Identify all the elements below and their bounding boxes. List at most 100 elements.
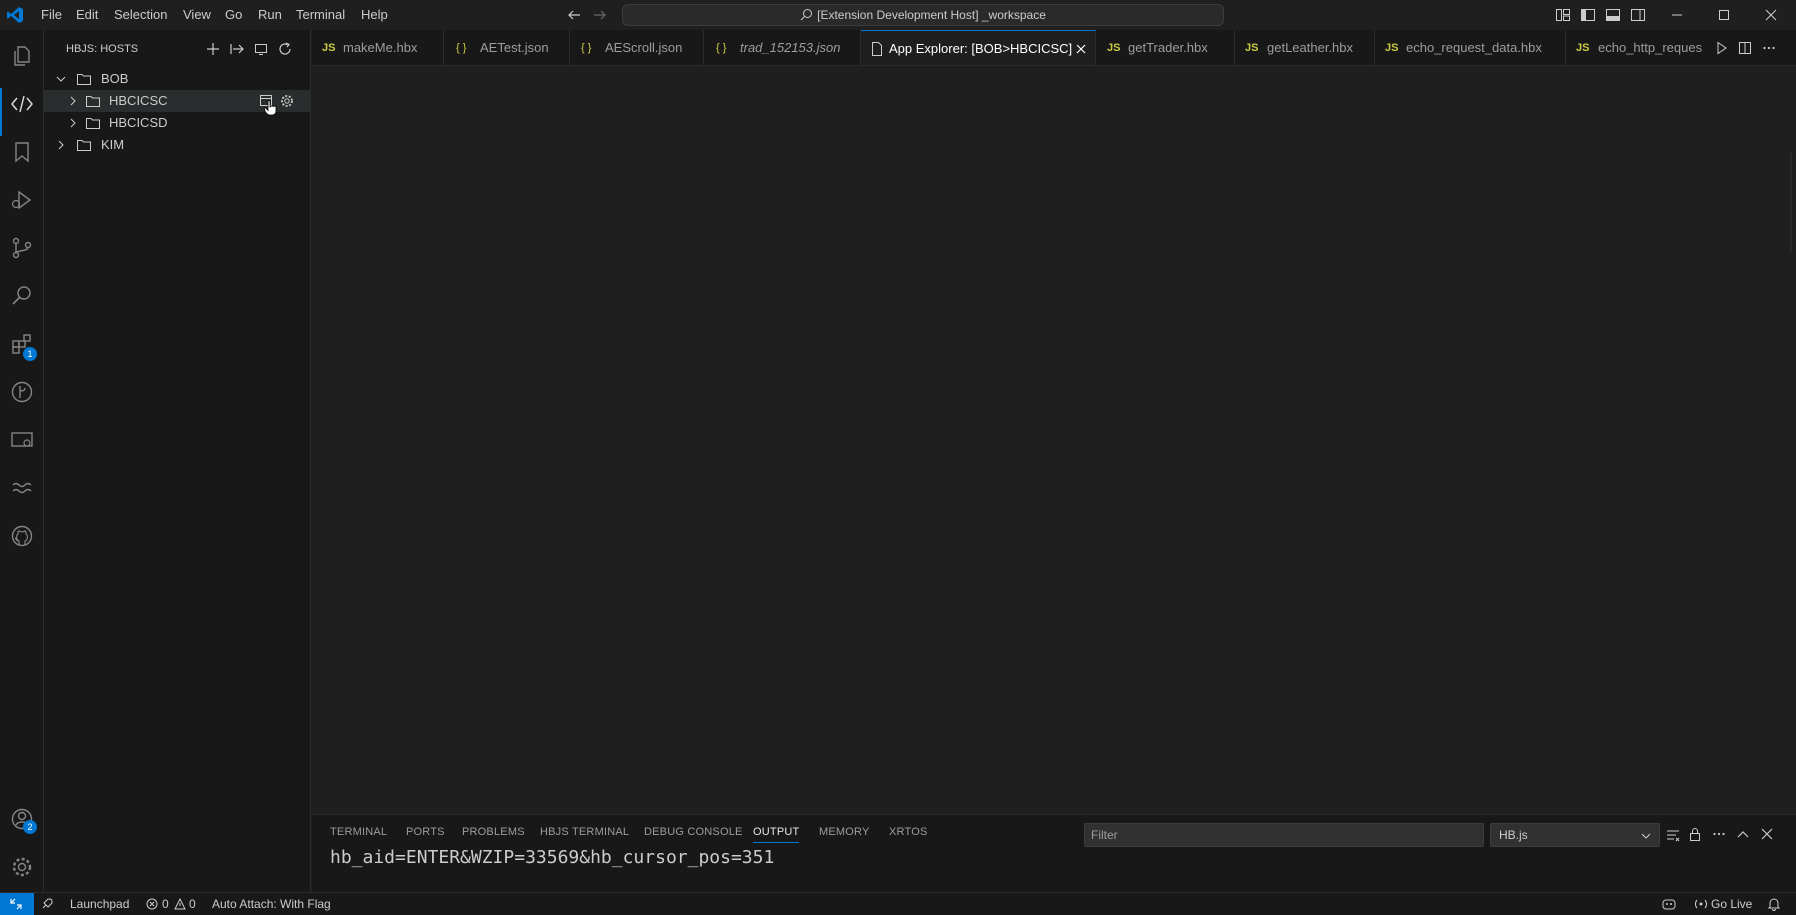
toggle-primary-sidebar-icon[interactable] [1580, 7, 1596, 23]
new-window-icon[interactable] [254, 42, 268, 56]
file-icon [872, 42, 882, 56]
folder-icon [86, 96, 100, 107]
output-channel-value: HB.js [1499, 828, 1528, 842]
refresh-icon[interactable] [278, 42, 292, 56]
panel-tab-output[interactable]: OUTPUT [753, 826, 800, 843]
hbjs-hosts-icon[interactable] [10, 92, 34, 116]
bookmark-icon[interactable] [10, 140, 34, 164]
auto-attach-status[interactable]: Auto Attach: With Flag [212, 893, 331, 915]
toggle-panel-icon[interactable] [1605, 7, 1621, 23]
menu-terminal[interactable]: Terminal [296, 7, 345, 22]
menu-help[interactable]: Help [361, 7, 388, 22]
run-debug-icon[interactable] [10, 188, 34, 212]
scrollbar-track[interactable] [1790, 152, 1792, 252]
tree-item-hbcicsc[interactable]: HBCICSC [44, 90, 310, 116]
chevron-right-icon [58, 140, 64, 150]
tab-echo-http-request[interactable]: JS echo_http_reques [1566, 30, 1718, 65]
search-icon [800, 9, 813, 21]
explorer-icon[interactable] [10, 44, 34, 68]
panel-tab-terminal[interactable]: TERMINAL [330, 826, 387, 838]
error-count[interactable]: 0 [162, 893, 169, 915]
remote-explorer-icon[interactable] [10, 428, 34, 452]
sidebar-title: HBJS: HOSTS [66, 43, 139, 55]
customize-layout-icon[interactable] [1555, 7, 1571, 23]
warning-count[interactable]: 0 [189, 893, 196, 915]
close-panel-icon[interactable] [1760, 827, 1774, 841]
panel-tab-ports[interactable]: PORTS [406, 826, 445, 838]
close-window-icon[interactable] [1763, 7, 1779, 23]
status-bar: Launchpad 0 0 Auto Attach: With Flag Go … [0, 892, 1796, 915]
output-filter-input[interactable]: Filter [1084, 823, 1484, 847]
tab-label: echo_request_data.hbx [1406, 40, 1542, 55]
remote-indicator[interactable] [0, 893, 34, 915]
extensions-badge: 1 [23, 347, 37, 361]
notifications-bell-icon[interactable] [1767, 897, 1781, 911]
json-file-icon: { } [581, 42, 592, 54]
output-channel-select[interactable]: HB.js [1490, 823, 1660, 847]
json-file-icon: { } [456, 42, 467, 54]
run-icon[interactable] [1716, 41, 1728, 55]
panel-tab-hbjs-terminal[interactable]: HBJS TERMINAL [540, 826, 629, 838]
toggle-secondary-sidebar-icon[interactable] [1630, 7, 1646, 23]
tree-item-label: BOB [101, 71, 129, 86]
tab-label: App Explorer: [BOB>HBCICSC] [889, 41, 1073, 56]
editor-area[interactable] [312, 66, 1796, 814]
maximize-panel-icon[interactable] [1736, 827, 1750, 841]
clear-output-icon[interactable] [1666, 828, 1680, 842]
back-arrow-icon[interactable] [566, 7, 582, 23]
more-actions-icon[interactable] [1762, 41, 1776, 55]
maximize-icon[interactable] [1716, 7, 1732, 23]
tab-gettrader[interactable]: JS getTrader.hbx [1096, 30, 1235, 65]
panel-more-icon[interactable] [1712, 827, 1726, 841]
github-icon[interactable] [10, 524, 34, 548]
menu-run[interactable]: Run [258, 7, 282, 22]
tab-trad[interactable]: { } trad_152153.json [704, 30, 861, 65]
tree-item-hbcicsd[interactable]: HBCICSD [44, 112, 310, 134]
json-file-icon: { } [716, 42, 727, 54]
command-center[interactable]: [Extension Development Host] _workspace [622, 4, 1224, 26]
search-icon[interactable] [10, 284, 34, 308]
launchpad-icon [42, 898, 53, 909]
js-file-icon: JS [1107, 42, 1121, 54]
tab-aescroll[interactable]: { } AEScroll.json [570, 30, 704, 65]
chevron-down-icon [56, 76, 66, 82]
host-settings-gear-icon[interactable] [280, 94, 294, 108]
chevron-down-icon [1641, 833, 1651, 839]
source-control-icon[interactable] [10, 236, 34, 260]
wave-icon[interactable] [10, 476, 34, 500]
tab-echo-request-data[interactable]: JS echo_request_data.hbx [1375, 30, 1566, 65]
menu-file[interactable]: File [41, 7, 62, 22]
connect-icon[interactable] [230, 42, 244, 56]
tab-makeme[interactable]: JS makeMe.hbx [312, 30, 444, 65]
js-file-icon: JS [1245, 42, 1259, 54]
go-live-status[interactable]: Go Live [1711, 893, 1752, 915]
editor-actions [1710, 30, 1796, 65]
menu-selection[interactable]: Selection [114, 7, 167, 22]
tab-label: trad_152153.json [740, 40, 841, 55]
chevron-right-icon [70, 96, 76, 106]
tree-item-kim[interactable]: KIM [44, 134, 310, 156]
close-tab-icon[interactable] [1075, 43, 1087, 55]
lock-scroll-icon[interactable] [1688, 827, 1702, 841]
copilot-icon[interactable] [1661, 897, 1677, 911]
tab-getleather[interactable]: JS getLeather.hbx [1235, 30, 1375, 65]
panel-tab-memory[interactable]: MEMORY [819, 826, 870, 838]
panel-tab-xrtos[interactable]: XRTOS [889, 826, 928, 838]
activity-bar: 1 2 [0, 30, 44, 892]
menu-edit[interactable]: Edit [76, 7, 98, 22]
minimize-icon[interactable] [1669, 7, 1685, 23]
split-editor-icon[interactable] [1738, 41, 1752, 55]
tree-item-bob[interactable]: BOB [44, 68, 310, 90]
panel-tab-problems[interactable]: PROBLEMS [462, 826, 525, 838]
add-host-icon[interactable] [206, 42, 220, 56]
forward-arrow-icon[interactable] [592, 7, 608, 23]
tab-app-explorer[interactable]: App Explorer: [BOB>HBCICSC] [861, 30, 1096, 65]
menu-go[interactable]: Go [225, 7, 242, 22]
tab-aetest[interactable]: { } AETest.json [444, 30, 570, 65]
git-graph-icon[interactable] [10, 380, 34, 404]
settings-gear-icon[interactable] [10, 855, 34, 879]
menu-view[interactable]: View [183, 7, 211, 22]
js-file-icon: JS [1576, 42, 1590, 54]
launchpad-status[interactable]: Launchpad [70, 893, 129, 915]
panel-tab-debug-console[interactable]: DEBUG CONSOLE [644, 826, 743, 838]
